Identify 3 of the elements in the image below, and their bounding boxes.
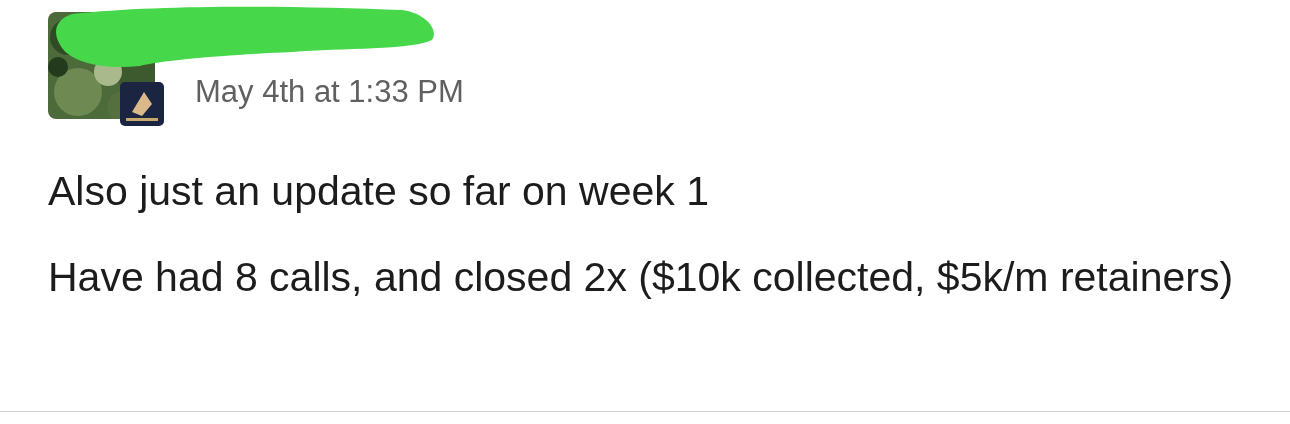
message-text: Also just an update so far on week 1 [48,169,710,213]
message-text: Have had 8 calls, and closed 2x ($10k collected, $5k/m retainers) [48,255,1235,299]
timestamp[interactable]: May 4th at 1:33 PM [195,72,464,112]
